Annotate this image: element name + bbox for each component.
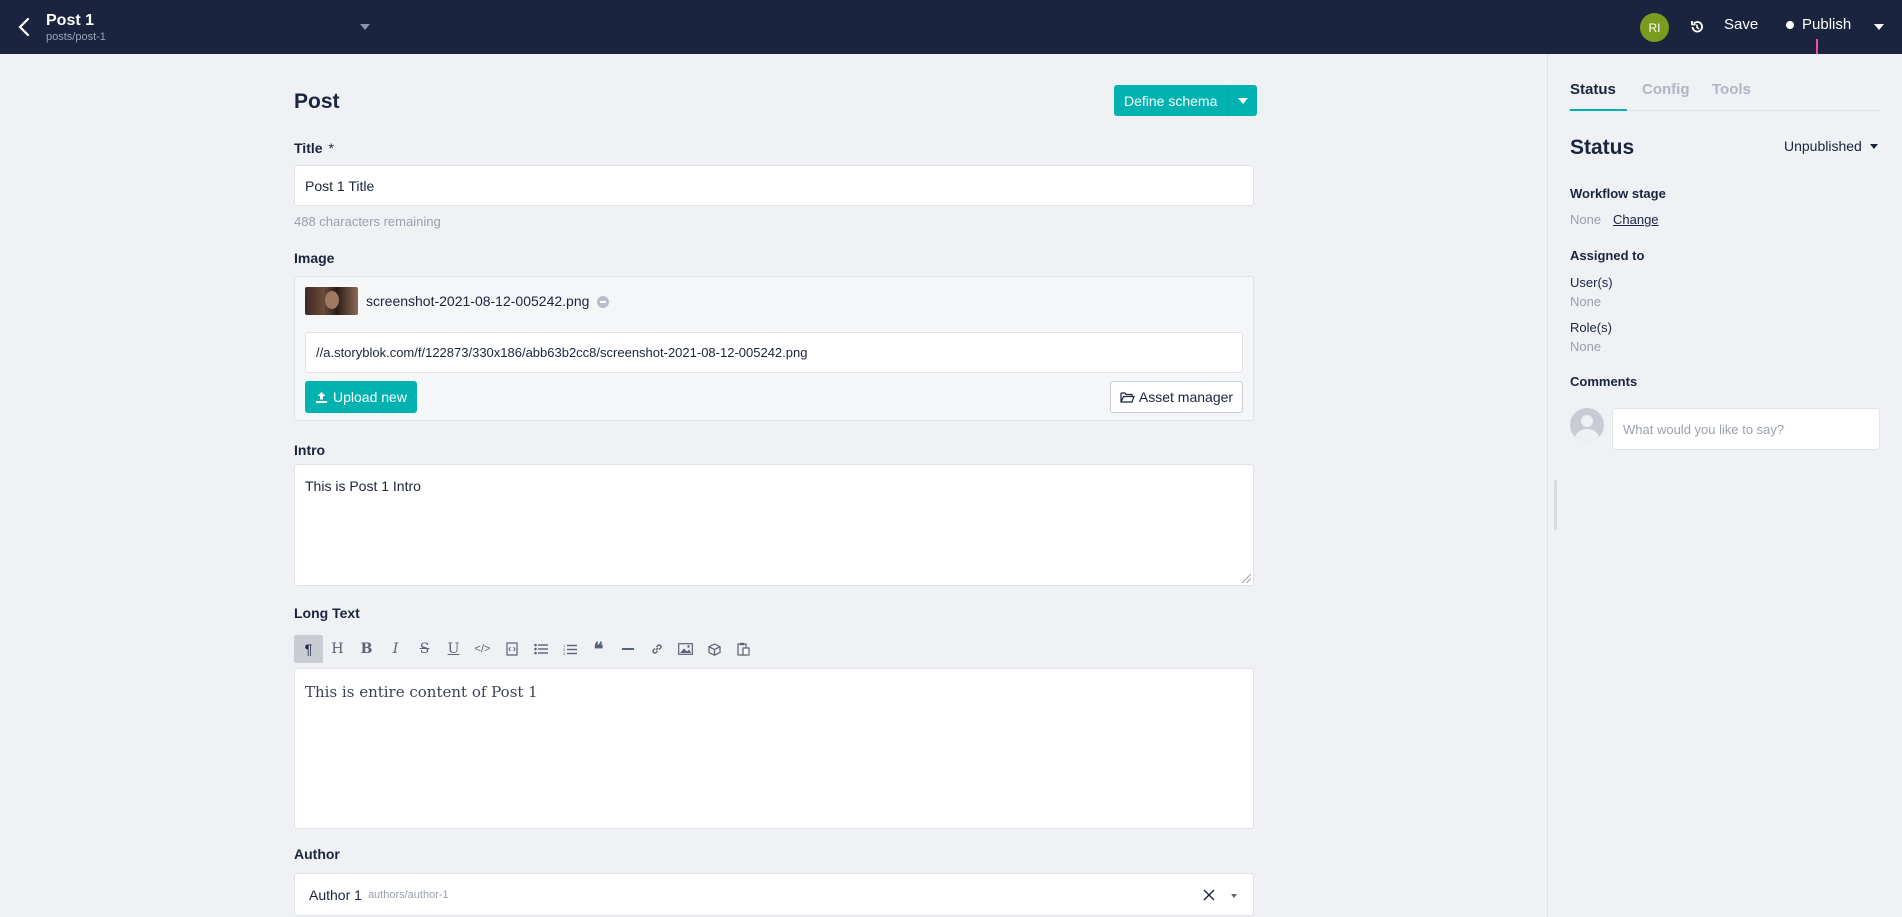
active-tab-indicator [1570, 109, 1627, 111]
image-url-input[interactable]: //a.storyblok.com/f/122873/330x186/abb63… [305, 332, 1243, 373]
bold-icon[interactable]: B [352, 635, 381, 663]
strikethrough-icon[interactable]: S [410, 635, 439, 663]
heading-icon[interactable]: H [323, 635, 352, 663]
longtext-label: Long Text [294, 605, 360, 621]
image-icon[interactable] [671, 635, 700, 663]
sidebar-tabs: Status Config Tools [1570, 54, 1880, 111]
longtext-editor[interactable]: This is entire content of Post 1 [294, 668, 1254, 829]
change-workflow-link[interactable]: Change [1613, 212, 1659, 227]
assigned-to-label: Assigned to [1570, 248, 1645, 263]
upload-new-button[interactable]: Upload new [305, 381, 417, 413]
image-thumbnail[interactable] [305, 287, 358, 315]
chevron-down-icon[interactable] [1231, 894, 1237, 898]
page-title: Post [294, 90, 340, 113]
sidebar-resize-handle[interactable] [1554, 480, 1557, 530]
publish-status-dot-icon [1786, 20, 1794, 29]
chevron-down-icon [1869, 143, 1878, 149]
schema-options-button[interactable] [1227, 85, 1258, 116]
image-asset-field: screenshot-2021-08-12-005242.png //a.sto… [294, 276, 1254, 421]
svg-text:3: 3 [563, 651, 566, 656]
paragraph-icon[interactable]: ¶ [294, 635, 323, 663]
back-arrow-icon[interactable] [10, 13, 38, 41]
tab-config[interactable]: Config [1642, 81, 1689, 98]
italic-icon[interactable]: I [381, 635, 410, 663]
history-icon[interactable] [1685, 15, 1709, 39]
intro-label: Intro [294, 442, 326, 458]
bullet-list-icon[interactable] [526, 635, 555, 663]
quote-icon[interactable]: ❝ [584, 635, 613, 663]
required-mark: * [328, 140, 334, 156]
image-label: Image [294, 250, 335, 266]
comment-input[interactable] [1612, 408, 1880, 450]
story-slug: posts/post-1 [46, 31, 106, 43]
paste-icon[interactable] [729, 635, 758, 663]
publish-options-chevron-icon[interactable] [1874, 24, 1884, 30]
author-label: Author [294, 846, 340, 862]
ordered-list-icon[interactable]: 123 [555, 635, 584, 663]
tab-status[interactable]: Status [1570, 81, 1616, 98]
publish-button[interactable]: Publish [1786, 16, 1851, 33]
horizontal-rule-icon[interactable] [613, 635, 642, 663]
title-char-counter: 488 characters remaining [294, 214, 441, 229]
publication-status-dropdown[interactable]: Unpublished [1784, 138, 1878, 154]
status-heading: Status [1570, 136, 1635, 159]
resize-handle-icon[interactable] [1242, 574, 1251, 583]
workflow-stage-label: Workflow stage [1570, 186, 1666, 201]
richtext-toolbar: ¶ H B I S U </> 123 ❝ [294, 635, 758, 663]
remove-image-icon[interactable] [597, 296, 609, 308]
intro-textarea[interactable]: This is Post 1 Intro [294, 464, 1254, 586]
chevron-down-icon [1237, 97, 1248, 104]
save-button[interactable]: Save [1724, 16, 1758, 33]
intro-text: This is Post 1 Intro [305, 478, 421, 494]
title-label: Title * [294, 140, 334, 156]
roles-label: Role(s) [1570, 320, 1612, 335]
image-filename: screenshot-2021-08-12-005242.png [366, 293, 590, 309]
author-name: Author 1 [309, 886, 362, 903]
users-label: User(s) [1570, 275, 1613, 290]
top-bar: Post 1 posts/post-1 RI Save Publish [0, 0, 1902, 54]
roles-value: None [1570, 339, 1602, 354]
define-schema-group: Define schema [1114, 85, 1258, 116]
link-icon[interactable] [642, 635, 671, 663]
tab-tools[interactable]: Tools [1712, 81, 1751, 98]
code-block-icon[interactable] [497, 635, 526, 663]
comments-label: Comments [1570, 374, 1638, 389]
commenter-avatar [1570, 408, 1604, 442]
upload-icon [316, 391, 327, 403]
blok-icon[interactable] [700, 635, 729, 663]
define-schema-button[interactable]: Define schema [1114, 85, 1228, 116]
longtext-content: This is entire content of Post 1 [305, 683, 538, 701]
clear-selection-icon[interactable] [1201, 887, 1217, 903]
story-title: Post 1 [46, 12, 95, 29]
folder-open-icon [1120, 392, 1135, 403]
workflow-stage-value: None [1570, 212, 1602, 227]
author-slug: authors/author-1 [367, 888, 449, 901]
author-select[interactable]: Author 1 authors/author-1 [294, 873, 1254, 916]
underline-icon[interactable]: U [439, 635, 468, 663]
user-avatar[interactable]: RI [1640, 13, 1669, 42]
publish-label: Publish [1802, 16, 1852, 33]
code-icon[interactable]: </> [468, 635, 497, 663]
users-value: None [1570, 294, 1602, 309]
title-input[interactable]: Post 1 Title [294, 165, 1254, 206]
asset-manager-button[interactable]: Asset manager [1110, 381, 1243, 413]
right-sidebar: Status Config Tools Status Unpublished W… [1547, 54, 1902, 917]
story-switch-chevron-icon[interactable] [360, 24, 370, 30]
